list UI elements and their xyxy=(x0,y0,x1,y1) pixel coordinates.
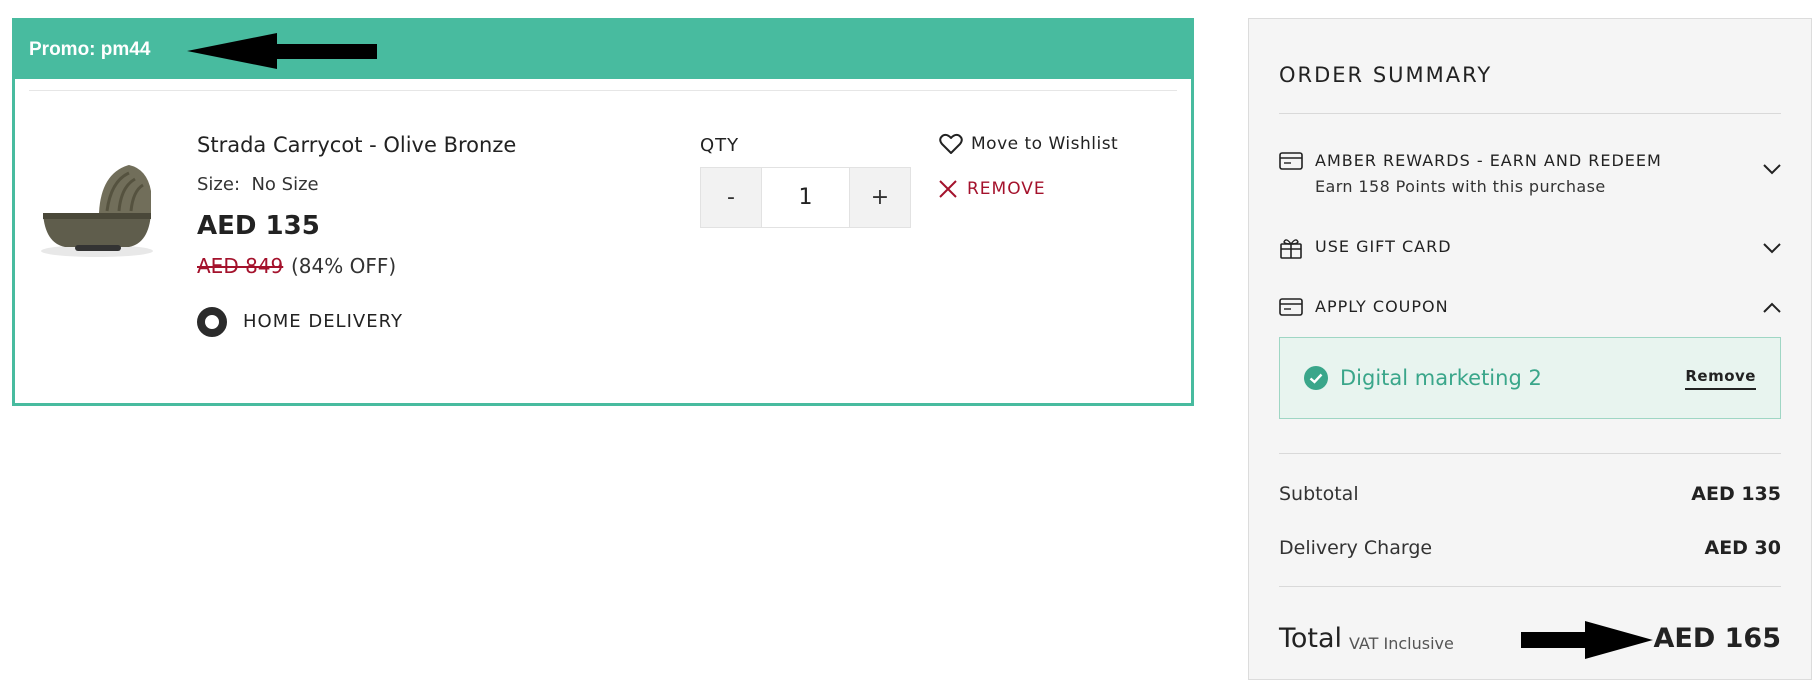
chevron-down-icon xyxy=(1763,243,1781,254)
divider xyxy=(1279,113,1781,114)
delivery-charge-label: Delivery Charge xyxy=(1279,537,1433,559)
apply-coupon-title: APPLY COUPON xyxy=(1315,297,1449,316)
applied-coupon: Digital marketing 2 Remove xyxy=(1279,337,1781,419)
product-name[interactable]: Strada Carrycot - Olive Bronze xyxy=(197,133,516,157)
subtotal-value: AED 135 xyxy=(1691,483,1781,505)
product-image[interactable] xyxy=(35,151,159,261)
divider xyxy=(1279,586,1781,587)
promo-code-label: Promo: pm44 xyxy=(29,39,151,60)
gift-icon xyxy=(1280,239,1302,259)
chevron-up-icon xyxy=(1763,302,1781,313)
qty-increase-button[interactable]: + xyxy=(850,168,910,227)
size-label: Size: xyxy=(197,174,241,195)
remove-coupon-button[interactable]: Remove xyxy=(1685,367,1756,390)
right-arrow-icon xyxy=(1521,621,1653,659)
promo-banner: Promo: pm44 xyxy=(15,21,1191,79)
home-delivery-label[interactable]: HOME DELIVERY xyxy=(243,311,403,332)
original-price: AED 849 xyxy=(197,254,284,278)
home-delivery-radio[interactable] xyxy=(197,307,227,337)
check-circle-icon xyxy=(1304,366,1328,390)
cart-item-card: Promo: pm44 Strada Carrycot - Olive Bron… xyxy=(12,18,1194,406)
qty-decrease-button[interactable]: - xyxy=(701,168,761,227)
qty-value[interactable]: 1 xyxy=(761,168,850,227)
close-icon xyxy=(939,180,957,198)
order-summary-title: ORDER SUMMARY xyxy=(1279,63,1493,87)
product-price: AED 135 xyxy=(197,211,320,241)
vat-inclusive-label: VAT Inclusive xyxy=(1349,634,1454,653)
remove-item-button[interactable]: REMOVE xyxy=(939,179,1046,199)
apply-coupon-accordion[interactable]: APPLY COUPON xyxy=(1279,297,1781,323)
wishlist-label: Move to Wishlist xyxy=(971,134,1119,154)
subtotal-label: Subtotal xyxy=(1279,483,1359,505)
discount-percent: (84% OFF) xyxy=(291,254,397,278)
left-arrow-icon xyxy=(187,33,377,69)
coupon-card-icon xyxy=(1279,298,1303,316)
gift-card-title: USE GIFT CARD xyxy=(1315,237,1452,256)
chevron-down-icon xyxy=(1763,164,1781,175)
rewards-title: AMBER REWARDS - EARN AND REDEEM xyxy=(1315,151,1662,170)
divider xyxy=(29,90,1177,91)
move-to-wishlist-button[interactable]: Move to Wishlist xyxy=(939,133,1118,155)
rewards-subtitle: Earn 158 Points with this purchase xyxy=(1315,177,1606,196)
quantity-stepper: - 1 + xyxy=(700,167,911,228)
size-value: No Size xyxy=(251,174,319,195)
product-size: Size: No Size xyxy=(197,174,319,195)
divider xyxy=(1279,453,1781,454)
amber-rewards-accordion[interactable]: AMBER REWARDS - EARN AND REDEEM Earn 158… xyxy=(1279,151,1781,201)
heart-icon xyxy=(939,133,963,154)
qty-label: QTY xyxy=(700,135,740,156)
total-value: AED 165 xyxy=(1653,623,1781,654)
remove-label: REMOVE xyxy=(967,179,1046,199)
rewards-card-icon xyxy=(1279,152,1303,170)
delivery-charge-value: AED 30 xyxy=(1704,537,1781,559)
total-label: Total xyxy=(1279,623,1343,654)
applied-coupon-name: Digital marketing 2 xyxy=(1340,366,1542,390)
gift-card-accordion[interactable]: USE GIFT CARD xyxy=(1279,237,1781,263)
order-summary-panel: ORDER SUMMARY AMBER REWARDS - EARN AND R… xyxy=(1248,18,1812,680)
